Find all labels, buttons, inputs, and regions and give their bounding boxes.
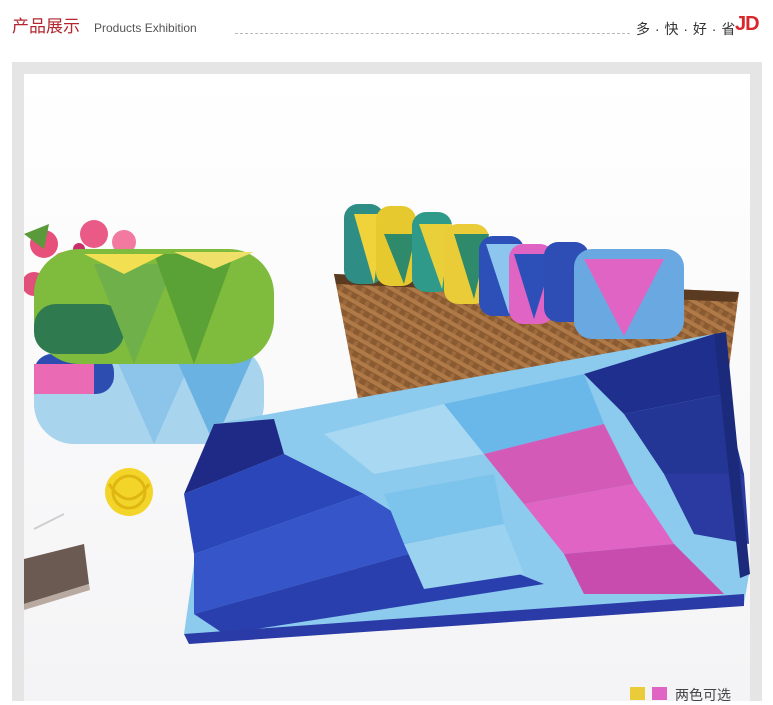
dotted-divider [235,33,630,34]
color-swatch-pink [652,687,667,700]
section-header: 产品展示 Products Exhibition 多 · 快 · 好 · 省 J… [0,0,773,52]
brand-slogan: 多 · 快 · 好 · 省 [636,21,736,37]
section-subtitle: Products Exhibition [94,21,197,35]
product-photo [24,74,750,701]
jd-logo: JD [735,13,760,35]
color-swatch-yellow [630,687,645,700]
yellow-ball [105,468,153,516]
section-title: 产品展示 [12,17,80,36]
color-options-label: 两色可选 [675,687,731,703]
towel-stack [34,249,274,444]
